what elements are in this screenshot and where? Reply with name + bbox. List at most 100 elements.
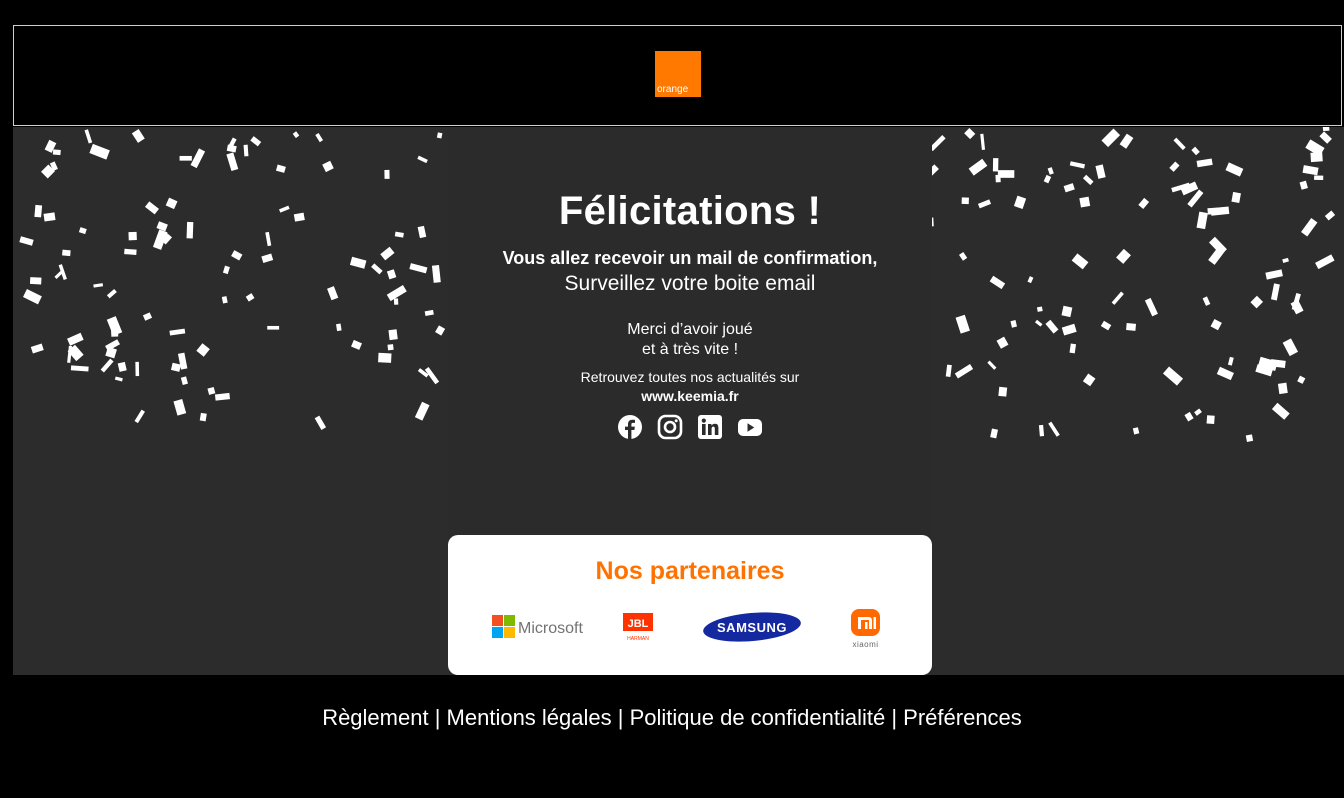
- confetti-piece: [1100, 320, 1112, 331]
- confetti-piece: [1119, 133, 1134, 149]
- confetti-piece: [1069, 161, 1085, 169]
- confetti-piece: [1191, 146, 1200, 156]
- confetti-piece: [165, 197, 178, 210]
- confetti-piece: [964, 127, 976, 140]
- footer-separator: |: [885, 705, 904, 730]
- footer-link-mentions-legales[interactable]: Mentions légales: [447, 705, 612, 730]
- confetti-piece: [1010, 320, 1017, 328]
- confetti-piece: [226, 152, 239, 172]
- orange-logo[interactable]: orange: [655, 51, 701, 97]
- confetti-piece: [998, 386, 1008, 397]
- jbl-logo: JBL HARMAN: [623, 613, 653, 642]
- confetti-piece: [267, 325, 280, 330]
- confetti-piece: [996, 336, 1009, 349]
- confetti-piece: [1202, 296, 1211, 306]
- confetti-piece: [170, 362, 181, 372]
- svg-text:SAMSUNG: SAMSUNG: [717, 620, 787, 635]
- confetti-piece: [1314, 175, 1324, 181]
- confetti-piece: [23, 289, 42, 305]
- confetti-piece: [84, 129, 93, 144]
- confetti-piece: [124, 248, 137, 255]
- confetti-piece: [1126, 323, 1137, 331]
- confetti-piece: [135, 361, 140, 377]
- confetti-piece: [955, 314, 970, 334]
- confetti-piece: [1101, 128, 1121, 148]
- confetti-piece: [180, 376, 188, 386]
- confetti-piece: [1036, 306, 1043, 312]
- confetti-piece: [1162, 366, 1184, 386]
- confetti-piece: [250, 136, 262, 147]
- confetti-piece: [279, 205, 290, 213]
- footer-separator: |: [611, 705, 630, 730]
- confetti-piece: [387, 344, 394, 351]
- confetti-piece: [1111, 291, 1124, 305]
- footer-link-confidentialite[interactable]: Politique de confidentialité: [630, 705, 886, 730]
- confetti-piece: [131, 129, 145, 143]
- confetti-piece: [1045, 319, 1059, 334]
- confetti-piece: [1169, 161, 1180, 172]
- confetti-piece: [275, 164, 286, 173]
- confetti-piece: [1297, 375, 1306, 384]
- youtube-icon[interactable]: [737, 414, 763, 440]
- social-links: [448, 414, 932, 440]
- confetti-piece: [945, 364, 952, 377]
- confetti-piece: [436, 132, 443, 139]
- footer-link-reglement[interactable]: Règlement: [322, 705, 428, 730]
- confetti-piece: [1138, 197, 1150, 209]
- confetti-piece: [293, 212, 305, 222]
- confetti-piece: [1069, 343, 1077, 354]
- confetti-piece: [1216, 366, 1234, 381]
- confetti-piece: [142, 312, 153, 321]
- news-text: Retrouvez toutes nos actualités sur: [580, 369, 800, 385]
- confetti-piece: [1271, 402, 1290, 420]
- linkedin-icon[interactable]: [697, 414, 723, 440]
- confetti-piece: [1061, 305, 1073, 318]
- confetti-piece: [417, 225, 427, 239]
- instagram-icon[interactable]: [657, 414, 683, 440]
- confetti-piece: [314, 415, 327, 430]
- confetti-piece: [292, 131, 300, 139]
- confetti-piece: [371, 263, 383, 275]
- facebook-icon[interactable]: [617, 414, 643, 440]
- confetti-piece: [106, 316, 123, 336]
- confetti-piece: [106, 288, 117, 299]
- confetti-piece: [1071, 253, 1089, 270]
- confetti-piece: [261, 253, 274, 263]
- page-title: Félicitations !: [558, 189, 822, 233]
- confetti-piece: [1322, 127, 1330, 132]
- confetti-piece: [1227, 356, 1234, 366]
- confetti-piece: [1324, 210, 1336, 221]
- confetti-piece: [243, 144, 249, 157]
- confetti-piece: [207, 386, 216, 395]
- footer-separator: |: [428, 705, 447, 730]
- confetti-piece: [968, 158, 988, 176]
- see-you-text: et à très vite !: [641, 341, 739, 358]
- confetti-piece: [380, 246, 395, 261]
- confetti-piece: [221, 296, 228, 304]
- confetti-piece: [394, 231, 404, 238]
- confetti-piece: [386, 269, 397, 280]
- confetti-piece: [52, 149, 61, 156]
- confetti-piece: [1282, 338, 1299, 357]
- confetti-piece: [117, 361, 127, 372]
- footer-link-preferences[interactable]: Préférences: [903, 705, 1022, 730]
- confetti-piece: [30, 343, 44, 354]
- confetti-piece: [977, 199, 992, 209]
- confetti-piece: [1231, 191, 1241, 203]
- website-link[interactable]: www.keemia.fr: [448, 388, 932, 404]
- confetti-piece: [70, 365, 89, 372]
- confetti-piece: [156, 221, 168, 232]
- confetti-piece: [128, 231, 137, 241]
- confetti-piece: [1302, 165, 1319, 176]
- confetti-piece: [186, 221, 194, 239]
- confetti-piece: [1013, 195, 1027, 209]
- confetti-piece: [958, 252, 968, 261]
- confetti-piece: [315, 133, 324, 143]
- confetti-piece: [1079, 196, 1091, 208]
- confetti-piece: [393, 298, 399, 305]
- confetti-piece: [1034, 319, 1043, 327]
- confetti-piece: [1277, 382, 1288, 395]
- confetti-piece: [19, 236, 34, 246]
- confirmation-mail-text: Vous allez recevoir un mail de confirmat…: [502, 248, 878, 268]
- confetti-piece: [954, 363, 974, 379]
